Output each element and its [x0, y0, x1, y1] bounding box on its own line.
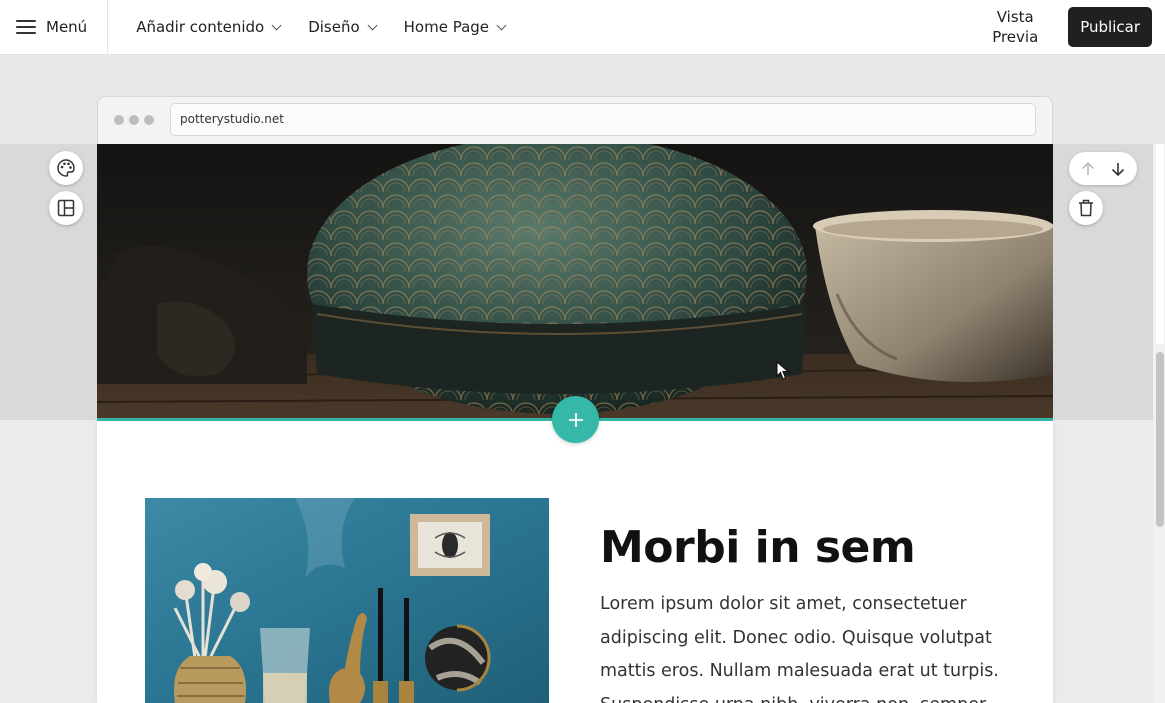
add-content-dropdown[interactable]: Añadir contenido [136, 18, 282, 36]
palette-icon [57, 159, 75, 177]
preview-label-line1: Vista [996, 8, 1034, 26]
preview-button[interactable]: Vista Previa [980, 7, 1050, 47]
window-dots [114, 115, 159, 125]
publish-button[interactable]: Publicar [1068, 7, 1152, 47]
scrollbar-gutter [1156, 144, 1164, 344]
delete-section-button[interactable] [1069, 191, 1103, 225]
mouse-pointer-icon [776, 361, 790, 380]
content-section[interactable]: Morbi in sem Lorem ipsum dolor sit amet,… [97, 421, 1053, 703]
arrow-up-icon [1081, 161, 1095, 175]
preview-label-line2: Previa [992, 28, 1039, 46]
url-bar: potterystudio.net [170, 103, 1036, 136]
design-dropdown[interactable]: Diseño [308, 18, 378, 36]
trash-icon [1079, 199, 1093, 217]
add-content-label: Añadir contenido [136, 18, 265, 36]
design-label: Diseño [308, 18, 360, 36]
section-style-button[interactable] [49, 151, 83, 185]
teapot-bowl-photo [97, 144, 1053, 420]
editor-toolbar: Menú Añadir contenido Diseño Home Page V… [0, 0, 1165, 55]
move-down-button[interactable] [1104, 155, 1132, 183]
arrow-down-icon [1111, 162, 1125, 176]
hero-image[interactable] [97, 144, 1053, 420]
page-selector-dropdown[interactable]: Home Page [403, 18, 507, 36]
move-up-button[interactable] [1074, 155, 1102, 183]
layout-icon [57, 199, 75, 217]
move-section-controls [1069, 152, 1137, 185]
section-layout-button[interactable] [49, 191, 83, 225]
shelf-decor-image [145, 498, 549, 703]
section-headline[interactable]: Morbi in sem [600, 522, 916, 573]
menu-label: Menú [46, 18, 88, 36]
section-paragraph[interactable]: Lorem ipsum dolor sit amet, consectetuer… [600, 588, 1000, 703]
plus-icon [568, 412, 583, 427]
chevron-down-icon [271, 20, 282, 30]
chevron-down-icon [367, 20, 378, 30]
browser-frame: potterystudio.net [97, 96, 1053, 144]
scrollbar-thumb[interactable] [1156, 352, 1164, 527]
decor-photo[interactable] [145, 498, 549, 703]
add-section-button[interactable] [552, 396, 599, 443]
chevron-down-icon [496, 20, 507, 30]
hamburger-icon [16, 20, 36, 34]
page-selector-label: Home Page [403, 18, 490, 36]
menu-button[interactable]: Menú [0, 0, 109, 55]
